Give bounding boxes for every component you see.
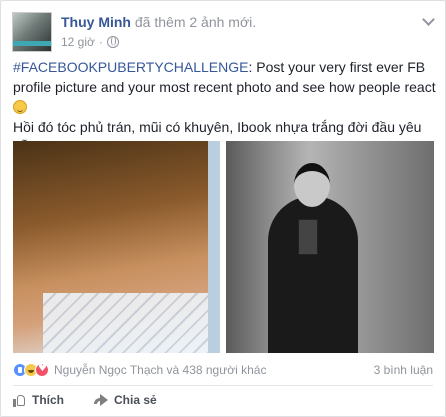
smile-emoji-icon [13, 100, 27, 114]
post-timestamp[interactable]: 12 giờ [61, 35, 95, 49]
separator-dot: · [98, 35, 103, 49]
post-card: Thuy Minh đã thêm 2 ảnh mới. 12 giờ · #F… [0, 0, 446, 417]
thumbs-up-icon [13, 394, 26, 407]
author-name[interactable]: Thuy Minh [61, 14, 131, 30]
like-label: Thích [32, 393, 64, 407]
post-text-en: #FACEBOOKPUBERTYCHALLENGE: Post your ver… [13, 57, 437, 117]
share-label: Chia sẻ [114, 393, 157, 407]
share-button[interactable]: Chia sẻ [94, 393, 157, 407]
globe-icon[interactable] [106, 36, 119, 48]
post-time-line: 12 giờ · [61, 35, 256, 49]
reaction-names[interactable]: Nguyễn Ngọc Thạch và 438 người khác [54, 363, 266, 377]
photo-grid [13, 141, 434, 353]
like-button[interactable]: Thích [13, 393, 64, 407]
action-bar: Thích Chia sẻ [13, 393, 187, 407]
love-reaction-icon[interactable] [35, 363, 49, 377]
divider [13, 385, 433, 386]
post-options-chevron-icon[interactable] [422, 13, 435, 26]
post-header: Thuy Minh đã thêm 2 ảnh mới. 12 giờ · [12, 12, 256, 52]
post-meta: Thuy Minh đã thêm 2 ảnh mới. 12 giờ · [61, 14, 256, 52]
avatar[interactable] [12, 12, 52, 52]
share-arrow-icon [94, 394, 108, 406]
hashtag-link[interactable]: #FACEBOOKPUBERTYCHALLENGE [13, 59, 248, 75]
reactions-bar: Nguyễn Ngọc Thạch và 438 người khác 3 bì… [13, 363, 433, 377]
post-title-line: Thuy Minh đã thêm 2 ảnh mới. [61, 14, 256, 30]
photo-first-profile[interactable] [13, 141, 220, 353]
photo-recent[interactable] [226, 141, 434, 353]
post-action-text: đã thêm 2 ảnh mới. [134, 14, 257, 30]
comments-count[interactable]: 3 bình luận [374, 363, 433, 377]
